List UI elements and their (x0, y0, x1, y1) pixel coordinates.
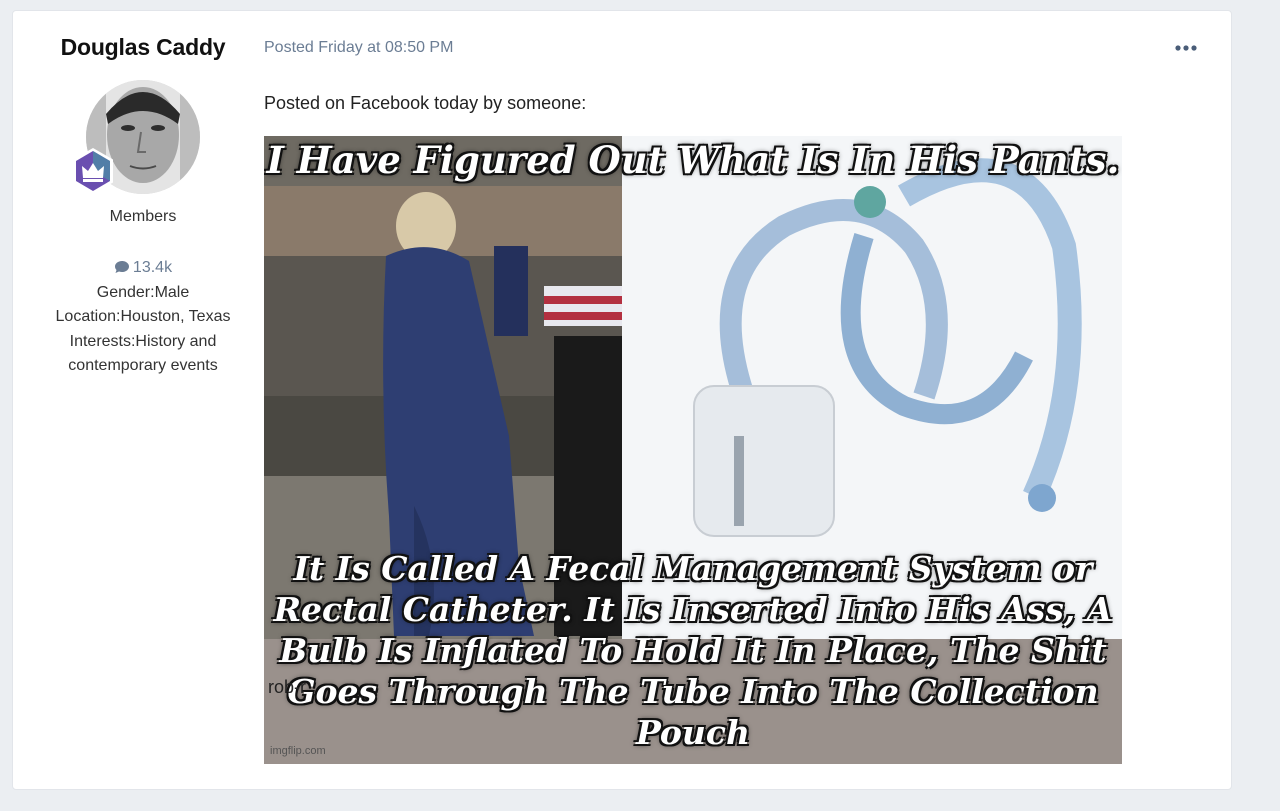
post-timestamp[interactable]: Posted Friday at 08:50 PM (264, 39, 453, 57)
ellipsis-icon (1175, 45, 1197, 51)
image-watermark-left: rob-r (268, 677, 307, 697)
author-name[interactable]: Douglas Caddy (13, 34, 273, 61)
author-interests: Interests:History and contemporary event… (68, 332, 218, 375)
crown-badge-icon (73, 148, 113, 194)
author-panel: Douglas Caddy Members 13.4k Gender:Male … (13, 11, 273, 789)
meme-caption-bottom: It Is Called A Fecal Management System o… (273, 549, 1113, 752)
image-watermark-bottom: imgflip.com (270, 745, 326, 757)
member-group: Members (109, 208, 177, 225)
post-image[interactable]: I Have Figured Out What Is In His Pants.… (264, 136, 1122, 764)
post-body-text: Posted on Facebook today by someone: (264, 93, 587, 113)
author-gender: Gender:Male (96, 283, 190, 301)
post-count-value: 13.4k (132, 259, 173, 276)
more-options-button[interactable] (1173, 37, 1199, 59)
comment-icon (114, 261, 129, 273)
forum-post: Douglas Caddy Members 13.4k Gender:Male … (12, 10, 1232, 790)
rank-badge (69, 147, 117, 195)
meme-caption-top: I Have Figured Out What Is In His Pants. (266, 138, 1120, 182)
post-count[interactable]: 13.4k (41, 256, 245, 281)
author-info: 13.4k Gender:Male Location:Houston, Texa… (41, 256, 245, 379)
author-location: Location:Houston, Texas (55, 308, 231, 325)
